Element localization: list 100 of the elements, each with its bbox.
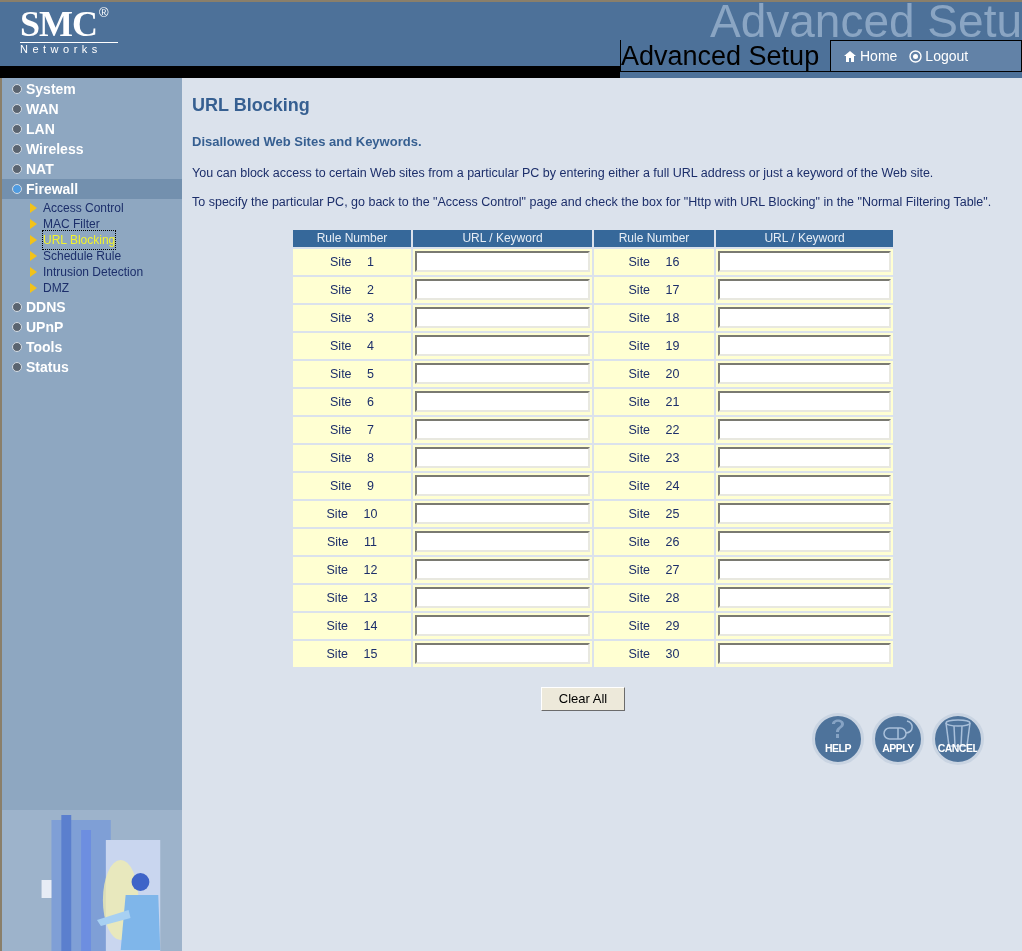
sidebar-subitem[interactable]: DMZ: [30, 280, 182, 296]
url-field[interactable]: [415, 419, 590, 440]
url-field[interactable]: [718, 447, 891, 468]
table-cell: Site 24: [594, 472, 714, 499]
url-field[interactable]: [415, 587, 590, 608]
logout-link[interactable]: Logout: [909, 45, 969, 67]
table-cell: Site 16: [594, 248, 714, 275]
circle-icon: [909, 49, 923, 63]
table-cell: Site 11: [293, 528, 411, 555]
table-cell: Site 2: [293, 276, 411, 303]
table-cell: Site 25: [594, 500, 714, 527]
column-header: Rule Number: [293, 229, 411, 247]
sidebar-item[interactable]: Firewall: [2, 179, 182, 199]
sidebar-subitem[interactable]: URL Blocking: [30, 232, 182, 248]
url-field[interactable]: [415, 643, 590, 664]
sidebar-item[interactable]: Wireless: [2, 139, 182, 159]
table-cell: Site 23: [594, 444, 714, 471]
sidebar-item[interactable]: Tools: [2, 337, 182, 357]
logo-subtitle: Networks: [20, 42, 118, 55]
table-cell: Site 3: [293, 304, 411, 331]
sidebar-subitem[interactable]: Schedule Rule: [30, 248, 182, 264]
registered-mark: ®: [99, 6, 109, 20]
column-header: URL / Keyword: [716, 229, 893, 247]
url-field[interactable]: [718, 335, 891, 356]
table-cell: Site 19: [594, 332, 714, 359]
question-mark-icon: [830, 717, 846, 740]
url-field[interactable]: [718, 251, 891, 272]
bullet-icon: [12, 84, 22, 94]
column-header: Rule Number: [594, 229, 714, 247]
bullet-icon: [12, 124, 22, 134]
url-field[interactable]: [718, 643, 891, 664]
url-field[interactable]: [718, 587, 891, 608]
table-cell: Site 29: [594, 612, 714, 639]
url-field[interactable]: [415, 503, 590, 524]
table-cell: Site 30: [594, 640, 714, 667]
url-field[interactable]: [718, 279, 891, 300]
section-subtitle: Disallowed Web Sites and Keywords.: [192, 133, 423, 151]
page-title: URL Blocking: [192, 94, 311, 116]
sidebar-item[interactable]: LAN: [2, 119, 182, 139]
table-cell: Site 21: [594, 388, 714, 415]
help-button[interactable]: HELP: [812, 712, 864, 765]
sidebar-item[interactable]: DDNS: [2, 297, 182, 317]
url-field[interactable]: [415, 531, 590, 552]
table-cell: Site 26: [594, 528, 714, 555]
table-cell: Site 18: [594, 304, 714, 331]
cancel-button[interactable]: CANCEL: [932, 712, 984, 765]
bullet-icon: [12, 362, 22, 372]
url-field[interactable]: [718, 503, 891, 524]
home-link[interactable]: Home: [843, 45, 898, 67]
table-cell: Site 15: [293, 640, 411, 667]
url-field[interactable]: [415, 335, 590, 356]
sidebar-item[interactable]: UPnP: [2, 317, 182, 337]
url-field[interactable]: [718, 615, 891, 636]
url-field[interactable]: [415, 251, 590, 272]
table-cell: Site 8: [293, 444, 411, 471]
url-field[interactable]: [718, 559, 891, 580]
table-cell: Site 27: [594, 556, 714, 583]
url-field[interactable]: [415, 391, 590, 412]
house-icon: [843, 49, 857, 63]
sidebar-subitem[interactable]: Intrusion Detection: [30, 264, 182, 280]
logo: SMC: [20, 6, 97, 42]
description-text: To specify the particular PC, go back to the "Access Control" page and check the box for "Http with URL Blocking" in the "Normal Filtering Table".: [192, 194, 992, 210]
bullet-icon: [12, 164, 22, 174]
url-field[interactable]: [415, 475, 590, 496]
table-cell: Site 1: [293, 248, 411, 275]
table-cell: Site 17: [594, 276, 714, 303]
mouse-icon: [883, 719, 915, 740]
url-field[interactable]: [718, 307, 891, 328]
table-cell: Site 9: [293, 472, 411, 499]
url-field[interactable]: [415, 307, 590, 328]
bullet-icon: [12, 184, 22, 194]
url-field[interactable]: [415, 279, 590, 300]
sidebar-subitem[interactable]: Access Control: [30, 200, 182, 216]
sidebar-subitem[interactable]: MAC Filter: [30, 216, 182, 232]
url-field[interactable]: [415, 447, 590, 468]
clear-all-button[interactable]: Clear All: [541, 686, 625, 711]
table-cell: Site 7: [293, 416, 411, 443]
bullet-icon: [12, 104, 22, 114]
url-field[interactable]: [415, 559, 590, 580]
table-cell: Site 22: [594, 416, 714, 443]
url-field[interactable]: [415, 363, 590, 384]
url-field[interactable]: [718, 419, 891, 440]
apply-button[interactable]: APPLY: [872, 712, 924, 765]
sidebar-item[interactable]: System: [2, 79, 182, 99]
bullet-icon: [12, 342, 22, 352]
url-field[interactable]: [718, 475, 891, 496]
sidebar-item[interactable]: NAT: [2, 159, 182, 179]
bullet-icon: [12, 302, 22, 312]
table-cell: Site 28: [594, 584, 714, 611]
url-field[interactable]: [718, 391, 891, 412]
url-field[interactable]: [415, 615, 590, 636]
bullet-icon: [12, 144, 22, 154]
url-field[interactable]: [718, 531, 891, 552]
bullet-icon: [12, 322, 22, 332]
url-field[interactable]: [718, 363, 891, 384]
sidebar-item[interactable]: WAN: [2, 99, 182, 119]
description-text: You can block access to certain Web sites from a particular PC by entering either a full URL address or just a keyword of the Web site.: [192, 165, 935, 181]
sidebar-item[interactable]: Status: [2, 357, 182, 377]
table-cell: Site 4: [293, 332, 411, 359]
table-cell: Site 12: [293, 556, 411, 583]
